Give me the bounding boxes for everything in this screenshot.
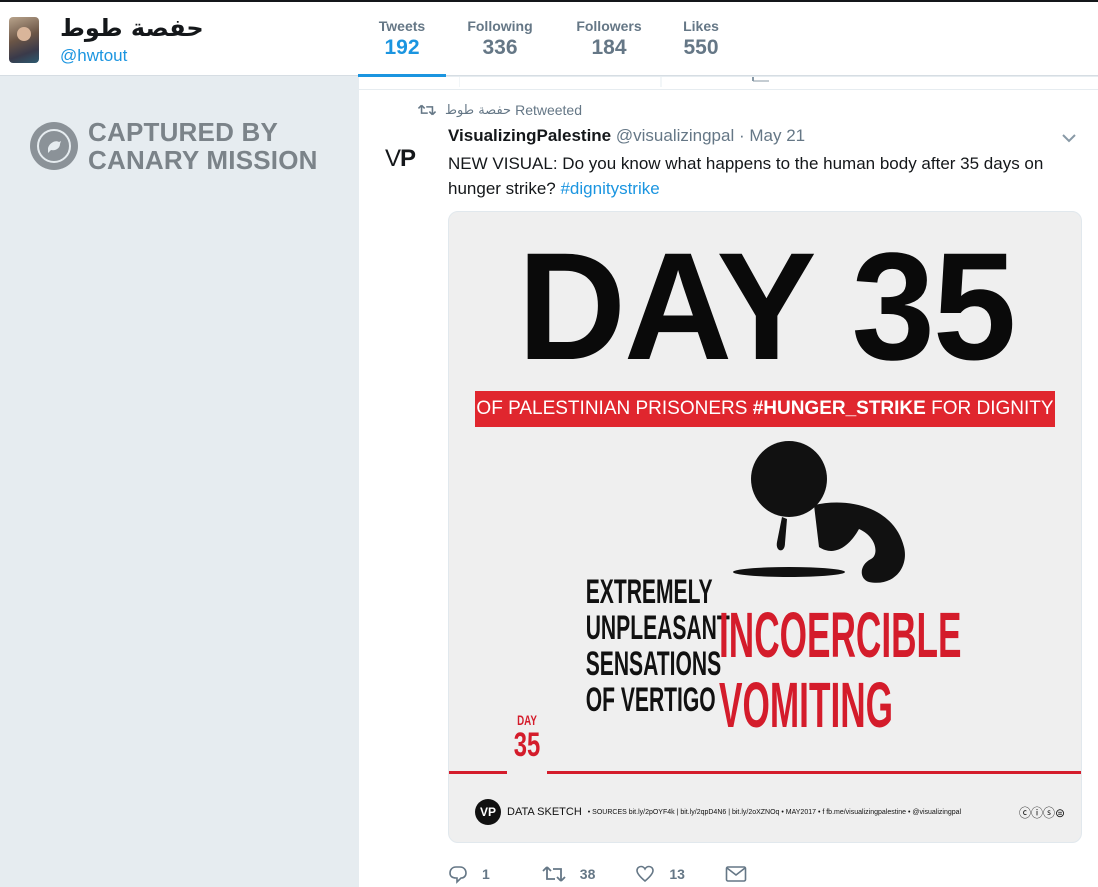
tab-following-label: Following (467, 18, 533, 34)
day-badge: DAY 35 (507, 712, 547, 782)
symptom-vomiting-text: INCOERCIBLE VOMITING (719, 599, 962, 741)
profile-handle[interactable]: @hwtout (60, 46, 127, 66)
heart-icon (636, 865, 655, 883)
profile-stats-nav: Tweets 192 Following 336 Followers 184 L… (358, 2, 738, 78)
retweet-context[interactable]: حفصة طوط Retweeted (417, 102, 582, 118)
reply-count: 1 (482, 866, 490, 882)
author-handle[interactable]: @visualizingpal (616, 126, 734, 145)
tab-tweets-count: 192 (384, 36, 420, 59)
watermark-line-1: CAPTURED BY (88, 117, 278, 147)
tab-likes-label: Likes (683, 18, 719, 34)
tweet-timeline: حفصة طوط Retweeted VP VisualizingPalesti… (358, 77, 1098, 887)
hashtag-link[interactable]: #dignitystrike (560, 179, 659, 198)
canary-mission-watermark: CAPTURED BY CANARY MISSION (30, 118, 318, 174)
tab-following-count: 336 (482, 36, 518, 59)
direct-message-button[interactable] (725, 865, 761, 883)
profile-header-bar: حفصة طوط @hwtout Tweets 192 Following 33… (0, 0, 1098, 78)
header-separator: · (738, 126, 745, 145)
reply-icon (449, 866, 467, 884)
tab-followers-count: 184 (591, 36, 627, 59)
symptom-vertigo-text: EXTREMELY UNPLEASANT SENSATIONS OF VERTI… (585, 573, 730, 719)
tweet-actions: 1 38 13 (448, 863, 801, 885)
canary-bird-icon (30, 122, 78, 170)
tab-likes[interactable]: Likes 550 (664, 2, 738, 78)
like-button[interactable]: 13 (635, 864, 685, 884)
previous-tweet-edge (459, 77, 769, 87)
vomiting-figure-icon (733, 441, 905, 583)
tab-tweets[interactable]: Tweets 192 (358, 2, 446, 78)
retweet-icon (542, 866, 566, 882)
author-avatar[interactable]: VP (385, 145, 425, 175)
tab-followers-label: Followers (576, 18, 642, 34)
tweet-header: VisualizingPalestine @visualizingpal · M… (448, 126, 805, 146)
reply-button[interactable]: 1 (448, 864, 490, 884)
data-sketch-label: DATA SKETCH (507, 806, 582, 818)
profile-name[interactable]: حفصة طوط (60, 14, 204, 42)
tweet-media-image[interactable]: DAY 35 OF PALESTINIAN PRISONERS #HUNGER_… (448, 211, 1082, 843)
chevron-down-icon[interactable] (1060, 129, 1078, 147)
like-count: 13 (669, 866, 685, 882)
retweeted-label: Retweeted (515, 102, 583, 118)
retweet-context-icon (417, 104, 437, 116)
retweet-button[interactable]: 38 (542, 864, 596, 884)
watermark-line-2: CANARY MISSION (88, 145, 318, 175)
vp-logo: VP (475, 799, 501, 825)
tweet-divider (359, 89, 1098, 90)
tab-following[interactable]: Following 336 (446, 2, 554, 78)
poster-title: DAY 35 (517, 220, 1017, 392)
tab-likes-count: 550 (683, 36, 719, 59)
tab-followers[interactable]: Followers 184 (554, 2, 664, 78)
envelope-icon (725, 866, 747, 882)
poster-sources: • SOURCES bit.ly/2pOYF4k | bit.ly/2qpD4N… (587, 808, 962, 816)
tweet-date[interactable]: May 21 (749, 126, 805, 145)
license-icons: ⓒⓘⓢ⊜ (1018, 805, 1065, 820)
retweeter-name: حفصة طوط (445, 102, 512, 118)
profile-avatar[interactable] (9, 17, 39, 63)
tab-tweets-label: Tweets (378, 18, 426, 34)
author-name[interactable]: VisualizingPalestine (448, 126, 611, 145)
retweet-count: 38 (579, 866, 596, 882)
poster-banner: OF PALESTINIAN PRISONERS #HUNGER_STRIKE … (475, 391, 1055, 427)
poster-footer: VP DATA SKETCH • SOURCES bit.ly/2pOYF4k … (475, 797, 1065, 827)
tweet-text: NEW VISUAL: Do you know what happens to … (448, 154, 1044, 198)
